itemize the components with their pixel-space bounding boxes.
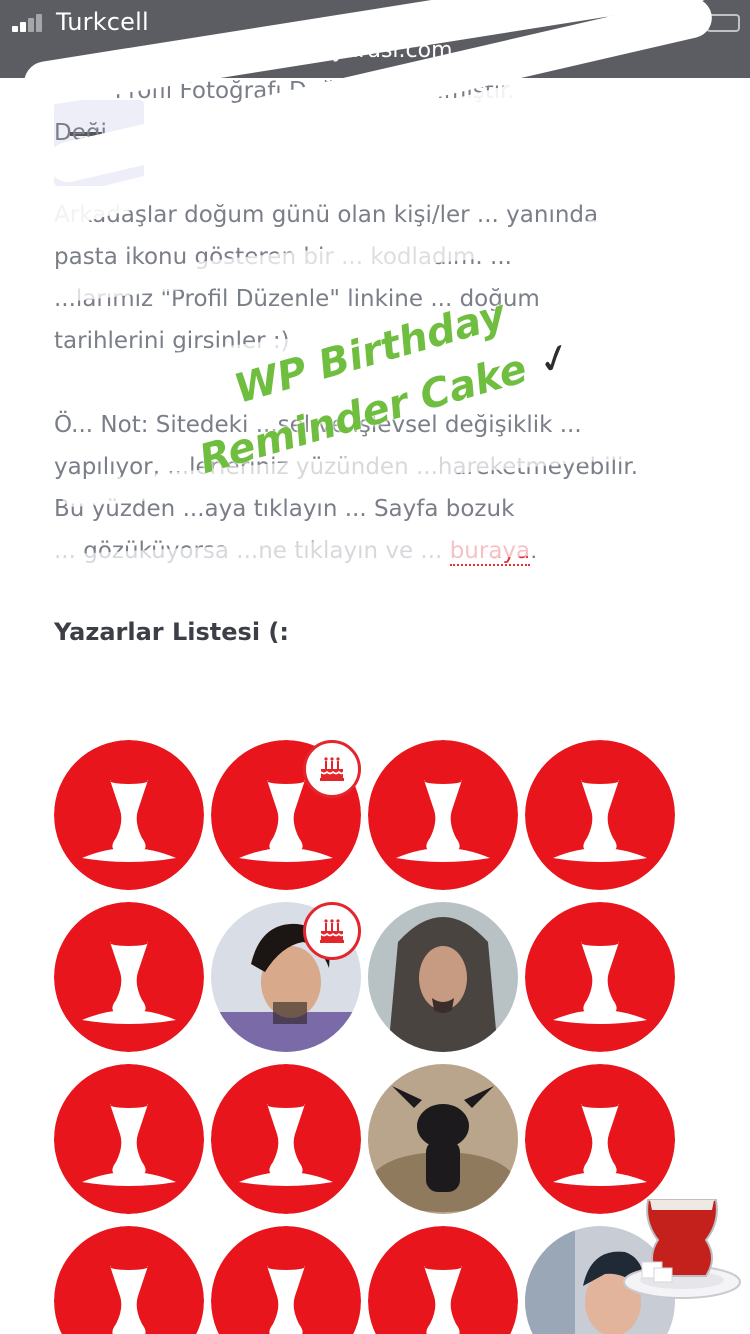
tea-glass-avatar-icon (54, 1226, 204, 1334)
redaction-scribble (289, 578, 711, 662)
signal-strength-icon (12, 14, 48, 32)
author-avatar-default[interactable] (54, 740, 204, 890)
author-avatar-default[interactable] (525, 902, 675, 1052)
tea-glass-avatar-icon (54, 902, 204, 1052)
author-avatar-default[interactable] (368, 740, 518, 890)
tea-glass-avatar-icon (54, 1064, 204, 1214)
author-avatar-default[interactable] (54, 1064, 204, 1214)
birthday-cake-badge (303, 740, 361, 798)
birthday-cake-badge (303, 902, 361, 960)
cake-icon (320, 919, 344, 943)
profile-photo (368, 1064, 518, 1214)
author-avatar-photo[interactable] (368, 902, 518, 1052)
tea-glass-avatar-icon (525, 740, 675, 890)
tea-glass-avatar-icon (368, 1226, 518, 1334)
tea-glass-avatar-icon (368, 740, 518, 890)
author-avatar-default[interactable] (211, 1064, 361, 1214)
turkish-tea-glass-icon (614, 1178, 750, 1318)
tea-glass-avatar-icon (211, 1226, 361, 1334)
carrier-name: Turkcell (56, 8, 149, 36)
authors-list-heading: Yazarlar Listesi (: (54, 618, 289, 646)
author-avatar-photo[interactable] (368, 1064, 518, 1214)
profile-photo (368, 902, 518, 1052)
cake-icon (320, 757, 344, 781)
checkmark-icon: ✓ (532, 332, 578, 387)
author-avatar-default[interactable] (54, 902, 204, 1052)
author-avatar-default[interactable] (525, 740, 675, 890)
tea-glass-avatar-icon (525, 902, 675, 1052)
tea-glass-avatar-icon (54, 740, 204, 890)
redaction-scribble (19, 678, 701, 732)
tea-glass-avatar-icon (211, 1064, 361, 1214)
author-avatar-default[interactable] (368, 1226, 518, 1334)
author-avatar-default[interactable] (211, 1226, 361, 1334)
author-avatar-default[interactable] (54, 1226, 204, 1334)
